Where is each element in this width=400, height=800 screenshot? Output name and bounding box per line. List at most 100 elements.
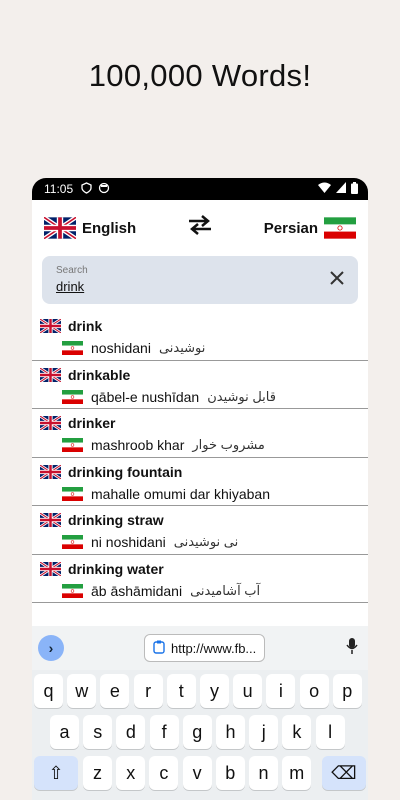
persian-row: noshidani نوشیدنی <box>40 337 360 359</box>
key-v[interactable]: v <box>182 756 212 790</box>
iran-flag-icon <box>324 217 356 239</box>
signal-icon <box>336 182 346 196</box>
key-o[interactable]: o <box>299 674 329 708</box>
key-n[interactable]: n <box>249 756 278 790</box>
target-language-label: Persian <box>263 219 318 237</box>
phone-frame: 11:05 English Persian Search drink drink… <box>32 178 368 800</box>
iran-flag-icon <box>62 438 83 452</box>
keyboard-expand-icon[interactable]: › <box>38 635 64 661</box>
iran-flag-icon <box>62 486 83 501</box>
key-d[interactable]: d <box>116 715 146 749</box>
key-g[interactable]: g <box>182 715 212 749</box>
key-j[interactable]: j <box>249 715 279 749</box>
iran-flag-icon <box>62 341 83 355</box>
key-y[interactable]: y <box>200 674 229 708</box>
key-t[interactable]: t <box>166 674 196 708</box>
persian-row: mashroob khar مشروب خوار <box>40 434 360 456</box>
target-language-selector[interactable]: Persian <box>264 217 356 239</box>
result-item[interactable]: drinking straw ni noshidani نی نوشیدنی <box>32 506 368 555</box>
uk-flag-icon <box>40 367 61 382</box>
persian-word: قابل نوشیدن <box>207 388 276 404</box>
key-h[interactable]: h <box>216 715 245 749</box>
result-item[interactable]: drinking water āb āshāmidani آب آشامیدنی <box>32 555 368 603</box>
result-item[interactable]: drink noshidani نوشیدنی <box>32 312 368 361</box>
uk-flag-icon <box>40 319 61 333</box>
key-m[interactable]: m <box>282 756 312 790</box>
transliteration: ni noshidani <box>91 534 166 550</box>
english-word: drinkable <box>68 366 131 383</box>
key-s[interactable]: s <box>83 715 113 749</box>
transliteration: mahalle omumi dar khiyaban <box>91 485 270 502</box>
uk-flag-icon <box>40 513 61 527</box>
english-word: drinker <box>68 415 116 431</box>
key-l[interactable]: l <box>315 715 345 749</box>
headline: 100,000 Words! <box>88 58 312 93</box>
key-q[interactable]: q <box>34 674 63 708</box>
key-i[interactable]: i <box>266 674 296 708</box>
persian-word: آب آشامیدنی <box>190 582 261 598</box>
english-word: drink <box>68 318 103 334</box>
english-row: drinkable <box>40 365 360 385</box>
key-c[interactable]: c <box>149 756 179 790</box>
wifi-icon <box>318 182 331 196</box>
source-language-label: English <box>82 219 137 237</box>
key-p[interactable]: p <box>332 674 362 708</box>
microphone-icon[interactable] <box>346 637 358 660</box>
swap-languages-icon[interactable] <box>136 215 264 241</box>
status-time: 11:05 <box>44 182 74 196</box>
shield-icon <box>81 181 92 197</box>
uk-flag-icon <box>40 561 61 576</box>
language-bar: English Persian <box>32 200 368 256</box>
key-r[interactable]: r <box>133 674 163 708</box>
clipboard-icon <box>153 640 165 657</box>
clipboard-suggestion-chip[interactable]: http://www.fb... <box>144 634 266 662</box>
uk-flag-icon <box>44 217 76 239</box>
uk-flag-icon <box>40 464 61 479</box>
results-list: drink noshidani نوشیدنی drinkable qābel-e nu… <box>32 312 368 603</box>
persian-row: mahalle omumi dar khiyaban <box>40 483 360 505</box>
persian-row: āb āshāmidani آب آشامیدنی <box>40 580 360 602</box>
search-field[interactable]: Search drink <box>42 256 358 304</box>
transliteration: qābel-e nushīdan <box>91 388 200 405</box>
persian-word: نوشیدنی <box>158 340 206 355</box>
iran-flag-icon <box>62 535 83 549</box>
iran-flag-icon <box>62 583 83 598</box>
transliteration: mashroob khar <box>91 437 185 453</box>
persian-row: qābel-e nushīdan قابل نوشیدن <box>40 386 360 408</box>
keyboard-toolbar: › http://www.fb... <box>32 626 368 670</box>
result-item[interactable]: drinker mashroob khar مشروب خوار <box>32 409 368 458</box>
english-row: drink <box>40 316 360 336</box>
key-a[interactable]: a <box>50 715 79 749</box>
shift-key[interactable]: ⇧ <box>34 756 78 790</box>
english-row: drinker <box>40 413 360 433</box>
key-w[interactable]: w <box>67 674 97 708</box>
persian-word: مشروب خوار <box>192 437 265 452</box>
battery-icon <box>351 181 358 197</box>
app-notification-icon <box>98 182 110 197</box>
english-word: drinking fountain <box>68 463 183 480</box>
key-b[interactable]: b <box>215 756 245 790</box>
english-row: drinking straw <box>40 510 360 530</box>
status-bar: 11:05 <box>32 178 368 200</box>
uk-flag-icon <box>40 416 61 430</box>
key-x[interactable]: x <box>116 756 146 790</box>
transliteration: noshidani <box>91 340 151 356</box>
search-placeholder: Search <box>56 265 88 276</box>
persian-word: نی نوشیدنی <box>173 534 239 549</box>
source-language-selector[interactable]: English <box>44 217 136 239</box>
result-item[interactable]: drinking fountain mahalle omumi dar khiya… <box>32 458 368 506</box>
clear-search-icon[interactable] <box>330 268 344 291</box>
key-k[interactable]: k <box>282 715 312 749</box>
transliteration: āb āshāmidani <box>91 582 183 599</box>
app-screen: English Persian Search drink drink noshi… <box>32 200 368 800</box>
iran-flag-icon <box>62 389 83 404</box>
persian-row: ni noshidani نی نوشیدنی <box>40 531 360 553</box>
backspace-key[interactable]: ⌫ <box>322 756 366 790</box>
english-word: drinking water <box>68 560 164 577</box>
key-e[interactable]: e <box>100 674 130 708</box>
key-u[interactable]: u <box>233 674 263 708</box>
result-item[interactable]: drinkable qābel-e nushīdan قابل نوشیدن <box>32 361 368 409</box>
search-input[interactable]: drink <box>56 279 344 294</box>
key-f[interactable]: f <box>149 715 179 749</box>
key-z[interactable]: z <box>83 756 112 790</box>
